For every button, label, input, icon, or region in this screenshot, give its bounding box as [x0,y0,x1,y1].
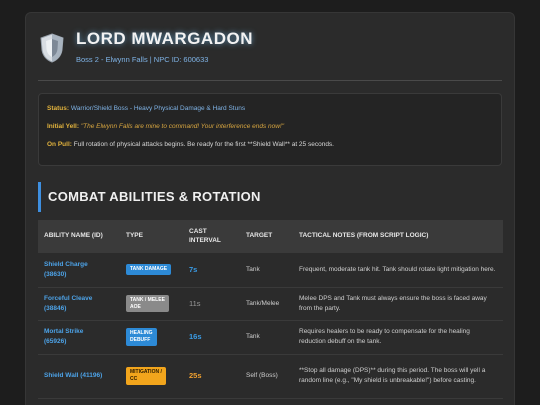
ability-name: Shield Wall (41196) [44,372,103,380]
col-header-interval: CAST INTERVAL [183,220,240,253]
type-badge-line2: DEBUFF [130,337,151,343]
table-header-row: ABILITY NAME (ID) TYPE CAST INTERVAL TAR… [38,220,503,253]
interval-value: 7s [189,264,198,274]
notes-cell: Requires healers to be ready to compensa… [293,320,503,355]
interval-value: 16s [189,332,202,342]
type-badge-line2: AOE [130,303,141,310]
interval-value: 25s [189,371,202,381]
table-row: Shield Wall (41196) MITIGATION / CC 25s S… [38,354,503,399]
interval-value: 11s [189,298,201,308]
yell-row: Initial Yell: "The Elwynn Falls are mine… [47,122,493,132]
ability-name: Mortal Strike [44,328,84,336]
status-label: Status: [47,105,70,112]
target-cell: Tank [240,253,293,288]
ability-name-cell: Mortal Strike (65926) [38,320,120,355]
type-badge: HEALING DEBUFF [126,328,157,346]
notes-cell: Frequent, moderate tank hit. Tank should… [293,253,503,288]
yell-value: "The Elwynn Falls are mine to command! Y… [80,122,285,130]
ability-name-cell: Shield Wall (41196) [38,354,120,399]
table-row: Shield Charge (38630) TANK DAMAGE 7s Tank… [38,253,503,288]
ability-type-cell: TANK / MELEE AOE [120,287,183,321]
ability-id: (38630) [44,270,67,278]
notes-cell: Melee DPS and Tank must always ensure th… [293,287,503,321]
type-badge-line1: TANK / MELEE [130,296,165,303]
pull-row: On Pull: Full rotation of physical attac… [47,140,493,150]
header-divider [38,80,502,81]
type-badge-line1: MITIGATION / [130,369,162,376]
type-badge-line2: CC [130,376,138,382]
col-header-type: TYPE [120,220,183,253]
target-cell: Tank/Melee [240,287,293,321]
col-header-interval-line1: CAST [189,227,207,235]
notes-cell: **Stop all damage (DPS)** during this pe… [293,354,503,399]
type-badge-line1: TANK DAMAGE [130,266,168,273]
col-header-notes: TACTICAL NOTES (FROM SCRIPT LOGIC) [293,220,503,253]
yell-label: Initial Yell: [47,122,80,130]
boss-header: LORD MWARGADON Boss 2 - Elwynn Falls | N… [38,29,502,75]
shield-icon [40,33,64,63]
ability-name-cell: Shield Charge (38630) [38,253,120,288]
abilities-table: ABILITY NAME (ID) TYPE CAST INTERVAL TAR… [38,220,503,399]
type-badge: MITIGATION / CC [126,367,166,385]
boss-card: LORD MWARGADON Boss 2 - Elwynn Falls | N… [25,12,515,405]
ability-name-cell: Forceful Cleave (38846) [38,287,120,321]
col-header-name: ABILITY NAME (ID) [38,220,120,253]
pull-label: On Pull: [47,140,72,148]
table-row: Forceful Cleave (38846) TANK / MELEE AOE 1… [38,287,503,321]
pull-value: Full rotation of physical attacks begins… [73,140,334,148]
target-cell: Self (Boss) [240,354,293,399]
interval-cell: 25s [183,354,240,399]
ability-type-cell: HEALING DEBUFF [120,320,183,355]
table-row: Mortal Strike (65926) HEALING DEBUFF 16s T… [38,320,503,355]
info-box: Status: Warrior/Shield Boss - Heavy Phys… [38,93,502,166]
col-header-target: TARGET [240,220,293,253]
ability-name: Shield Charge [44,261,88,268]
boss-title: LORD MWARGADON [76,29,253,48]
type-badge: TANK / MELEE AOE [126,294,169,313]
type-badge-line1: HEALING [130,330,153,337]
type-badge: TANK DAMAGE [126,264,172,276]
ability-type-cell: MITIGATION / CC [120,354,183,399]
ability-name: Forceful Cleave [44,294,93,302]
boss-subtitle: Boss 2 - Elwynn Falls | NPC ID: 600633 [76,55,209,64]
ability-id: (38846) [44,304,67,312]
status-value: Warrior/Shield Boss - Heavy Physical Dam… [70,105,246,112]
section-title: COMBAT ABILITIES & ROTATION [38,182,261,212]
interval-cell: 7s [183,253,240,288]
interval-cell: 11s [183,287,240,321]
target-cell: Tank [240,320,293,355]
interval-cell: 16s [183,320,240,355]
ability-id: (65926) [44,338,67,345]
ability-type-cell: TANK DAMAGE [120,253,183,288]
col-header-interval-line2: INTERVAL [189,236,221,244]
status-row: Status: Warrior/Shield Boss - Heavy Phys… [47,104,493,114]
